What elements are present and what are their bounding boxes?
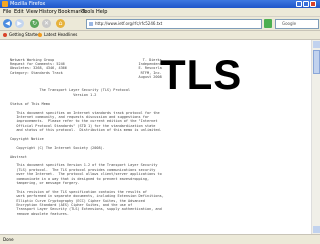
home-icon[interactable]: ⌂ [56,19,65,28]
navigation-toolbar: ◀ ▶ ↻ ✕ ⌂ http://www.ietf.org/rfc/rfc524… [0,17,320,31]
rss-icon [38,33,42,37]
getting-started-icon [3,33,7,37]
rfc-document-text: Network Working Group T. Dierks Request f… [10,40,305,216]
document-line: remove obsolete features. [10,211,70,216]
address-bar[interactable]: http://www.ietf.org/rfc/rfc5246.txt [86,19,262,29]
menu-edit[interactable]: Edit [14,8,24,16]
page-content[interactable]: Network Working Group T. Dierks Request f… [0,40,311,234]
maximize-button[interactable] [303,1,309,7]
window-title: Mozilla Firefox [10,1,46,7]
back-icon[interactable]: ◀ [3,19,12,28]
menu-tools[interactable]: Tools [82,8,94,16]
minimize-button[interactable] [296,1,302,7]
firefox-icon [2,1,8,7]
forward-icon[interactable]: ▶ [15,19,24,28]
title-bar[interactable]: Mozilla Firefox [0,0,320,8]
go-button[interactable] [264,19,272,28]
bookmarks-toolbar: Getting Started Latest Headlines [0,31,320,40]
menu-help[interactable]: Help [96,8,107,16]
scroll-down-icon[interactable] [313,226,320,233]
scroll-thumb[interactable] [313,50,320,74]
search-input[interactable]: Google [275,19,319,29]
tls-overlay-label: TLS [160,51,243,98]
search-placeholder: Google [282,21,297,26]
browser-window: Mozilla Firefox File Edit View History B… [0,0,320,244]
reload-icon[interactable]: ↻ [30,19,39,28]
menu-view[interactable]: View [26,8,38,16]
vertical-scrollbar[interactable] [311,40,320,234]
page-favicon-icon [89,22,93,26]
bookmark-latest-headlines[interactable]: Latest Headlines [44,31,77,39]
bookmark-getting-started[interactable]: Getting Started [9,31,40,39]
address-url: http://www.ietf.org/rfc/rfc5246.txt [95,21,163,26]
scroll-up-icon[interactable] [313,41,320,48]
menu-history[interactable]: History [39,8,57,16]
stop-icon[interactable]: ✕ [42,19,51,28]
menu-file[interactable]: File [3,8,11,16]
menu-bar: File Edit View History Bookmarks Tools H… [0,8,320,17]
close-button[interactable] [310,1,316,7]
